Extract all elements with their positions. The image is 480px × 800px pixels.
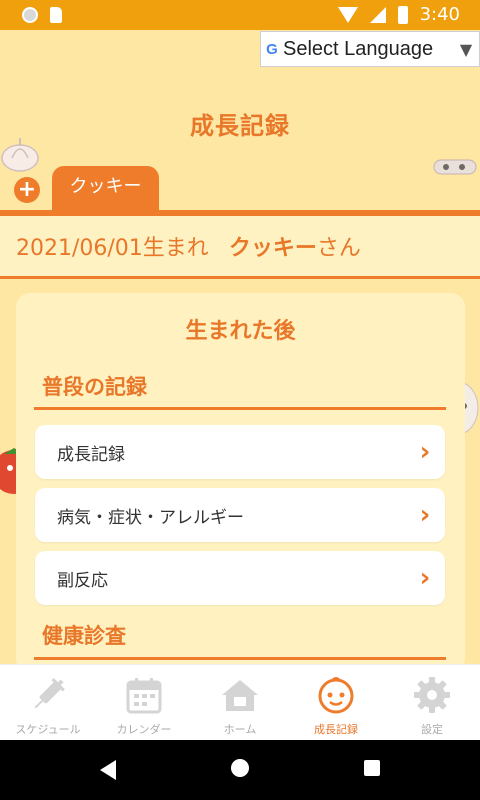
gear-icon (414, 677, 450, 713)
garlic-mascot-icon (1, 138, 39, 172)
chevron-right-icon: › (419, 437, 431, 467)
language-select[interactable]: G Select Language ▼ (260, 31, 480, 67)
baby-face-icon (318, 677, 354, 714)
menu-growth-record[interactable]: 成長記録 › (35, 425, 445, 479)
child-name: クッキー (228, 236, 317, 261)
language-select-label: Select Language (283, 37, 434, 60)
section-divider (34, 657, 446, 660)
nav-label: 設定 (421, 723, 443, 736)
menu-label: 副反応 (57, 570, 108, 591)
back-icon[interactable] (100, 760, 116, 780)
growth-card: 生まれた後 普段の記録 成長記録 › 病気・症状・アレルギー › 副反応 › 健… (16, 293, 465, 673)
child-info: 2021/06/01生まれ クッキーさん (16, 230, 361, 262)
nav-calendar[interactable]: カレンダー (96, 665, 192, 740)
card-title: 生まれた後 (185, 319, 296, 344)
garlic-mascot-icon (433, 159, 477, 175)
nav-settings[interactable]: 設定 (384, 665, 480, 740)
wifi-icon (337, 6, 358, 23)
child-header: 2021/06/01生まれ クッキーさん (0, 216, 480, 276)
signal-icon (369, 6, 386, 23)
app-notification-icon (22, 7, 38, 23)
recent-apps-icon[interactable] (364, 760, 380, 776)
nav-growth-record[interactable]: 成長記録 (288, 665, 384, 740)
child-header-divider (0, 276, 480, 279)
chevron-right-icon: › (419, 563, 431, 593)
nav-label: カレンダー (116, 723, 172, 736)
nav-home[interactable]: ホーム (192, 665, 288, 740)
google-icon: G (266, 40, 278, 58)
menu-label: 成長記録 (57, 444, 125, 465)
menu-label: 病気・症状・アレルギー (57, 507, 244, 528)
battery-icon (397, 5, 408, 24)
house-icon (222, 680, 258, 711)
nav-label: スケジュール (15, 723, 81, 736)
chevron-right-icon: › (419, 500, 431, 530)
section-title-daily: 普段の記録 (42, 375, 147, 399)
add-child-button[interactable]: + (14, 177, 40, 203)
menu-illness-allergy[interactable]: 病気・症状・アレルギー › (35, 488, 445, 542)
nav-label: ホーム (223, 723, 257, 736)
birth-date: 2021/06/01生まれ (16, 236, 209, 261)
tab-child-cookie[interactable]: クッキー (52, 166, 159, 210)
section-title-health-check: 健康診査 (42, 624, 126, 648)
status-time: 3:40 (419, 4, 460, 25)
calendar-icon (126, 678, 162, 714)
bottom-nav: スケジュール カレンダー ホーム 成長記録 設定 (0, 664, 480, 740)
home-circle-icon[interactable] (231, 759, 249, 777)
system-nav-bar (0, 740, 480, 800)
section-divider (34, 407, 446, 410)
menu-side-reactions[interactable]: 副反応 › (35, 551, 445, 605)
syringe-icon (34, 678, 65, 709)
nav-label: 成長記録 (314, 723, 358, 736)
child-name-suffix: さん (316, 236, 361, 261)
dropdown-arrow-icon: ▼ (459, 39, 473, 59)
status-bar: 3:40 (0, 0, 480, 30)
sd-card-icon (50, 7, 62, 23)
nav-schedule[interactable]: スケジュール (0, 665, 96, 740)
page-title: 成長記録 (190, 112, 290, 140)
